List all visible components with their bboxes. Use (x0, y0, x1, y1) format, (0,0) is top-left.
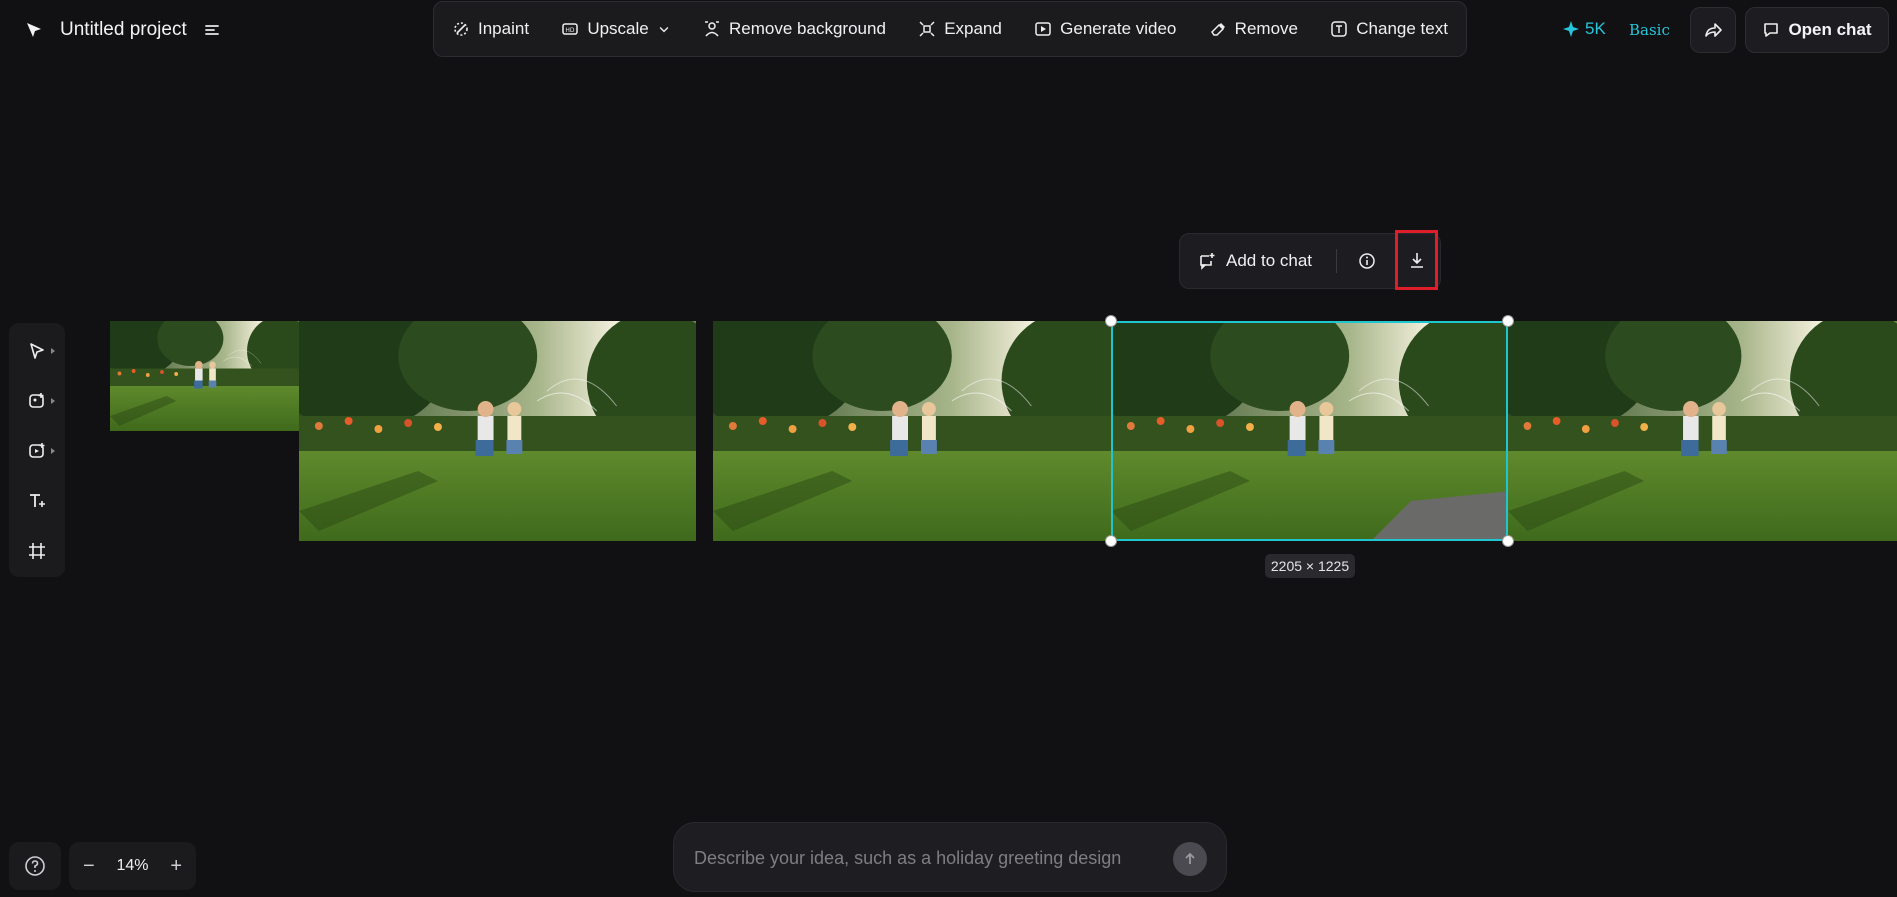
resize-handle-top-right[interactable] (1502, 315, 1514, 327)
open-chat-button[interactable]: Open chat (1745, 7, 1889, 53)
chat-add-icon (1200, 253, 1215, 270)
question-icon (25, 856, 45, 876)
caret-icon (51, 448, 55, 454)
hd-icon: HD (562, 23, 579, 35)
share-icon (1705, 23, 1722, 37)
generate-video-label: Generate video (1060, 19, 1177, 38)
menu-icon[interactable] (203, 21, 221, 39)
resize-handle-top-left[interactable] (1105, 315, 1117, 327)
add-to-chat-label: Add to chat (1226, 251, 1313, 270)
help-button[interactable] (9, 842, 61, 890)
add-to-chat-button[interactable]: Add to chat (1180, 251, 1330, 271)
send-button[interactable] (1173, 842, 1207, 876)
zoom-level: 14% (116, 857, 149, 874)
change-text-button[interactable]: Change text (1330, 19, 1448, 39)
open-chat-label: Open chat (1788, 20, 1872, 39)
select-tool[interactable] (17, 339, 57, 363)
text-add-icon (30, 494, 45, 507)
garden-photo (1111, 321, 1508, 541)
canvas-image-1[interactable] (110, 321, 299, 431)
garden-photo (1508, 321, 1897, 541)
remove-background-label: Remove background (729, 19, 886, 38)
inpaint-button[interactable]: Inpaint (452, 19, 529, 39)
inpaint-icon (454, 22, 468, 36)
dimension-badge: 2205 × 1225 (1265, 554, 1355, 578)
download-button[interactable] (1395, 230, 1438, 290)
chevron-down-icon (659, 26, 669, 33)
project-title[interactable]: Untitled project (60, 19, 187, 41)
edit-toolbar: Inpaint HD Upscale Remove background Exp… (433, 1, 1467, 57)
text-tool[interactable] (17, 489, 57, 513)
inpaint-label: Inpaint (478, 19, 530, 38)
garden-photo (713, 321, 1111, 541)
upscale-label: Upscale (587, 19, 649, 38)
share-button[interactable] (1690, 7, 1736, 53)
garden-photo (299, 321, 696, 541)
resize-handle-bottom-right[interactable] (1502, 535, 1514, 547)
generate-video-button[interactable]: Generate video (1034, 19, 1176, 39)
svg-text:HD: HD (566, 27, 576, 34)
tool-rail (9, 323, 65, 577)
chat-bubble-icon (1764, 23, 1779, 37)
prompt-box (673, 822, 1227, 892)
caret-icon (51, 398, 55, 404)
frame-icon (29, 543, 45, 559)
download-icon (1410, 253, 1423, 268)
cursor-arrow-icon (30, 343, 44, 359)
credits-value: 5K (1585, 19, 1606, 38)
app-logo-icon[interactable] (24, 20, 44, 40)
zoom-in-button[interactable]: + (170, 855, 182, 878)
video-add-icon (29, 443, 45, 458)
prompt-input[interactable] (694, 845, 1154, 871)
remove-label: Remove (1234, 19, 1298, 38)
sparkle-icon (1563, 21, 1579, 37)
garden-photo (110, 321, 299, 431)
arrow-up-icon (1185, 852, 1195, 864)
canvas-image-4-selected[interactable] (1111, 321, 1508, 541)
frame-tool[interactable] (17, 539, 57, 563)
credits-display[interactable]: 5K (1563, 19, 1606, 39)
top-bar: Untitled project Inpaint HD Upscale Remo… (0, 0, 1897, 60)
change-text-label: Change text (1356, 19, 1448, 38)
info-icon (1359, 253, 1375, 269)
remove-background-button[interactable]: Remove background (703, 19, 886, 39)
image-add-tool[interactable] (17, 389, 57, 413)
expand-button[interactable]: Expand (918, 19, 1002, 39)
plan-badge[interactable]: Basic (1629, 21, 1670, 39)
remove-button[interactable]: Remove (1209, 19, 1298, 39)
divider (1336, 249, 1337, 273)
eraser-icon (1210, 23, 1225, 36)
video-add-tool[interactable] (17, 439, 57, 463)
caret-icon (51, 348, 55, 354)
person-cutout-icon (705, 21, 720, 37)
zoom-out-button[interactable]: − (83, 855, 95, 878)
upscale-button[interactable]: HD Upscale (561, 19, 670, 39)
canvas-image-3[interactable] (713, 321, 1111, 541)
expand-label: Expand (944, 19, 1002, 38)
resize-handle-bottom-left[interactable] (1105, 535, 1117, 547)
info-button[interactable] (1345, 239, 1389, 283)
canvas-image-2[interactable] (299, 321, 696, 541)
play-icon (1035, 22, 1051, 36)
zoom-control: − 14% + (69, 842, 196, 890)
canvas-image-5[interactable] (1508, 321, 1897, 541)
text-box-icon (1331, 21, 1348, 37)
image-add-icon (29, 393, 44, 408)
expand-icon (919, 21, 935, 37)
